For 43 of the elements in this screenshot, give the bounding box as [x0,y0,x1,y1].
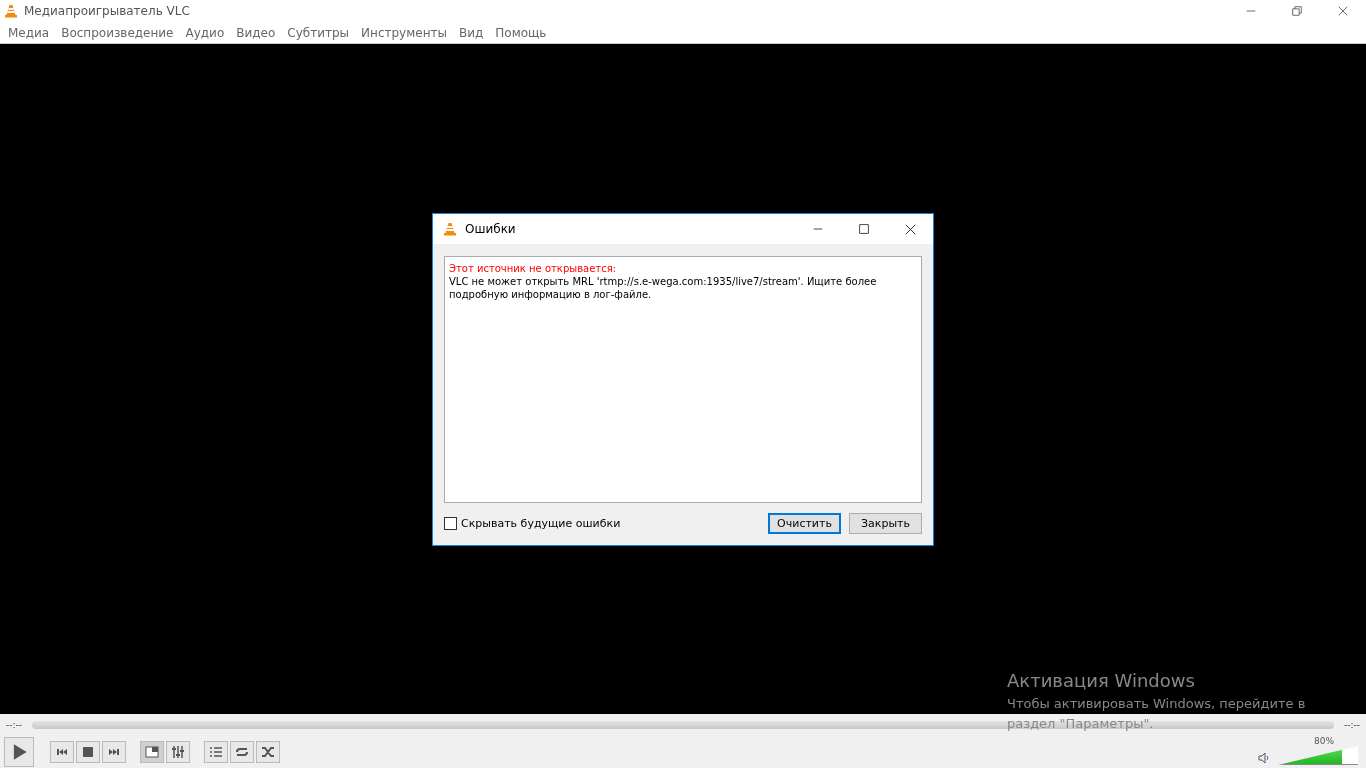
list-icon [209,745,223,759]
close-icon [904,223,916,235]
checkbox-label: Скрывать будущие ошибки [461,517,621,530]
window-title: Медиапроигрыватель VLC [24,4,191,18]
activation-text: раздел "Параметры". [1007,715,1155,733]
menu-item[interactable]: Медиа [2,25,56,40]
close-icon [1338,6,1348,16]
menu-item[interactable]: Вид [452,25,490,40]
maximize-icon [859,224,869,234]
checkbox[interactable] [444,517,457,530]
equalizer-button[interactable] [166,741,190,763]
play-button[interactable] [4,737,34,767]
menu-item[interactable]: Субтитры [281,25,356,40]
error-message: VLC не может открыть MRL 'rtmp://s.e-wega.com:1935/live7/stream'. Ищите более подробную информацию в лог-файле. [449,275,878,301]
menu-item[interactable]: Воспроизведение [55,25,180,40]
fullscreen-icon [145,745,159,759]
next-button[interactable] [102,741,126,763]
playlist-button[interactable] [204,741,228,763]
traffic-cone-icon [443,222,457,236]
sliders-icon [171,745,185,759]
shuffle-button[interactable] [256,741,280,763]
elapsed-time: --:-- [6,720,23,730]
shuffle-icon [261,745,275,759]
dialog-button[interactable]: Очистить [768,513,841,534]
volume-reading: 80% [1314,736,1334,746]
fullscreen-button[interactable] [140,741,164,763]
menu-item[interactable]: Инструменты [355,25,453,40]
loop-button[interactable] [230,741,254,763]
previous-button[interactable] [50,741,74,763]
loop-icon [235,745,249,759]
restore-icon [1292,6,1302,16]
activation-title: Активация Windows [1007,669,1196,693]
activation-text: Чтобы активировать Windows, перейдите в [1007,695,1306,713]
traffic-cone-icon [4,4,18,18]
remaining-time: --:-- [1343,720,1360,730]
menu-item[interactable]: Видео [230,25,282,40]
menu-item[interactable]: Аудио [179,25,231,40]
stop-button[interactable] [76,741,100,763]
dialog-title: Ошибки [465,222,517,236]
stop-icon [81,745,95,759]
dialog-button[interactable]: Закрыть [849,513,922,534]
menu-item[interactable]: Помощь [489,25,553,40]
error-heading: Этот источник не открывается: [449,262,617,275]
